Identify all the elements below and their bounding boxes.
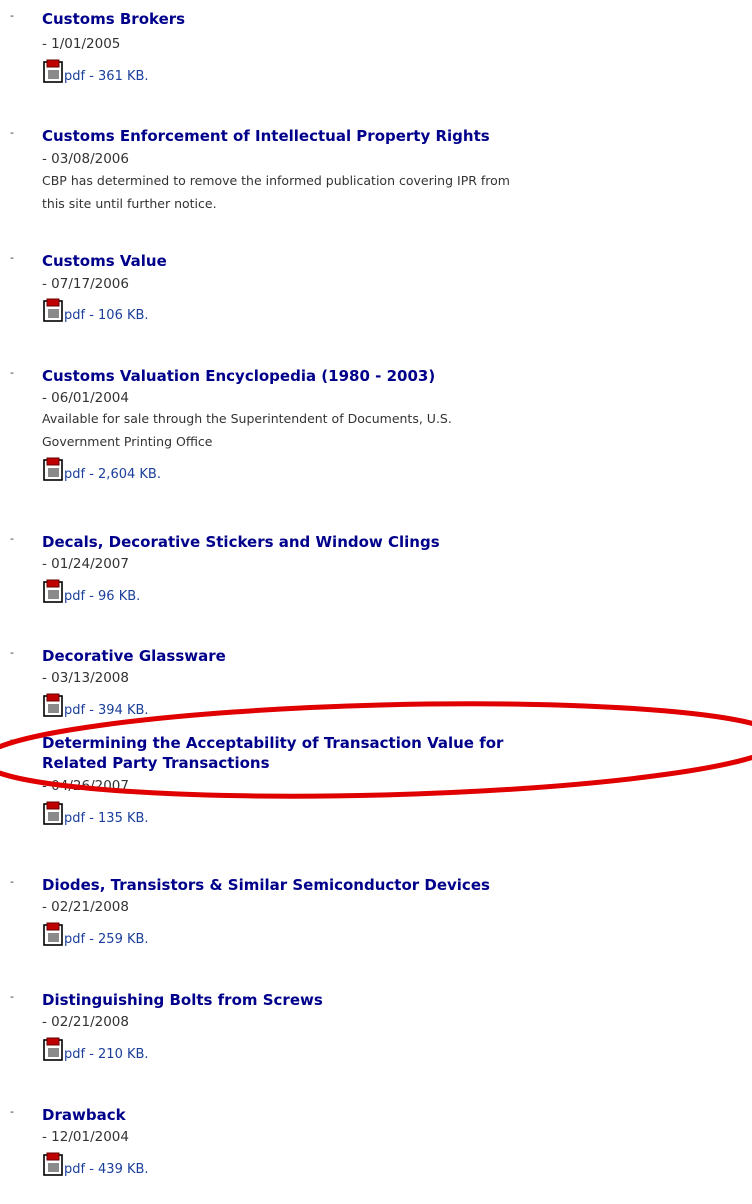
- bullet: -: [10, 646, 14, 659]
- publication-date: - 02/21/2008: [42, 899, 129, 915]
- pdf-link[interactable]: pdf - 259 KB.: [64, 932, 149, 947]
- publication-title-link[interactable]: Decals, Decorative Stickers and Window C…: [42, 532, 742, 552]
- pdf-file-icon[interactable]: [42, 1152, 66, 1177]
- publication-title-link[interactable]: Decorative Glassware: [42, 646, 742, 666]
- publication-date: - 07/17/2006: [42, 276, 129, 292]
- publication-description: CBP has determined to remove the informe…: [42, 169, 748, 215]
- publication-title-link[interactable]: Customs Value: [42, 251, 742, 271]
- publication-date: - 02/21/2008: [42, 1014, 129, 1030]
- publication-title-link[interactable]: Drawback: [42, 1105, 742, 1125]
- pdf-link[interactable]: pdf - 96 KB.: [64, 589, 140, 604]
- pdf-file-icon[interactable]: [42, 457, 66, 482]
- description-line: this site until further notice.: [42, 196, 217, 211]
- bullet: -: [10, 251, 14, 264]
- bullet: -: [10, 9, 14, 22]
- publication-title-link[interactable]: Diodes, Transistors & Similar Semiconduc…: [42, 875, 742, 895]
- description-line: Available for sale through the Superinte…: [42, 411, 452, 426]
- publication-date: - 1/01/2005: [42, 36, 121, 52]
- publication-title-link[interactable]: Customs Brokers: [42, 9, 742, 29]
- publication-date: - 06/01/2004: [42, 390, 129, 406]
- publication-date: - 01/24/2007: [42, 556, 129, 572]
- bullet: -: [10, 733, 14, 746]
- bullet: -: [10, 1105, 14, 1118]
- bullet: -: [10, 532, 14, 545]
- publication-date: - 12/01/2004: [42, 1129, 129, 1145]
- pdf-link[interactable]: pdf - 135 KB.: [64, 811, 149, 826]
- bullet: -: [10, 126, 14, 139]
- bullet: -: [10, 990, 14, 1003]
- publication-title-link[interactable]: Determining the Acceptability of Transac…: [42, 733, 742, 773]
- pdf-file-icon[interactable]: [42, 579, 66, 604]
- pdf-link[interactable]: pdf - 210 KB.: [64, 1047, 149, 1062]
- pdf-link[interactable]: pdf - 106 KB.: [64, 308, 149, 323]
- publication-date: - 03/08/2006: [42, 151, 129, 167]
- pdf-file-icon[interactable]: [42, 922, 66, 947]
- pdf-file-icon[interactable]: [42, 59, 66, 84]
- pdf-file-icon[interactable]: [42, 693, 66, 718]
- bullet: -: [10, 875, 14, 888]
- pdf-file-icon[interactable]: [42, 1037, 66, 1062]
- pdf-link[interactable]: pdf - 361 KB.: [64, 69, 149, 84]
- pdf-link[interactable]: pdf - 394 KB.: [64, 703, 149, 718]
- pdf-link[interactable]: pdf - 439 KB.: [64, 1162, 149, 1177]
- publication-title-link[interactable]: Customs Enforcement of Intellectual Prop…: [42, 126, 742, 146]
- title-line: Related Party Transactions: [42, 754, 270, 772]
- publication-title-link[interactable]: Customs Valuation Encyclopedia (1980 - 2…: [42, 366, 742, 386]
- publication-date: - 04/26/2007: [42, 778, 129, 794]
- bullet: -: [10, 366, 14, 379]
- title-line: Determining the Acceptability of Transac…: [42, 734, 504, 752]
- publication-description: Available for sale through the Superinte…: [42, 407, 748, 453]
- pdf-file-icon[interactable]: [42, 801, 66, 826]
- pdf-link[interactable]: pdf - 2,604 KB.: [64, 467, 161, 482]
- publication-title-link[interactable]: Distinguishing Bolts from Screws: [42, 990, 742, 1010]
- description-line: CBP has determined to remove the informe…: [42, 173, 510, 188]
- publication-date: - 03/13/2008: [42, 670, 129, 686]
- pdf-file-icon[interactable]: [42, 298, 66, 323]
- description-line: Government Printing Office: [42, 434, 213, 449]
